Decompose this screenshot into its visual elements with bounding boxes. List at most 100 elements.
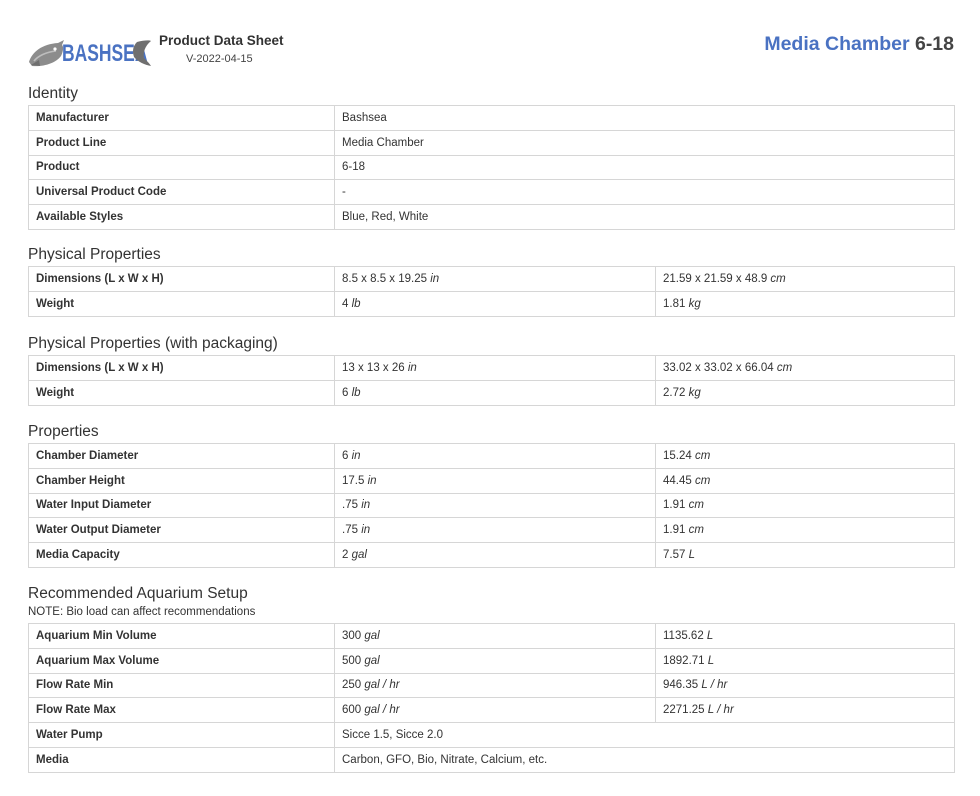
metric-value: 1892.71 L (655, 647, 955, 674)
properties-table: Chamber Diameter 6 in 15.24 cm Chamber H… (28, 443, 955, 568)
metric-unit: L (688, 549, 695, 562)
metric-value: 1.91 cm (655, 492, 955, 519)
product-name: Media Chamber (764, 33, 910, 55)
imperial-unit: gal / hr (364, 679, 400, 692)
row-label: Flow Rate Max (28, 697, 335, 724)
imperial-unit: in (367, 474, 377, 487)
section-title: Recommended Aquarium Setup (28, 585, 248, 602)
metric-unit: cm (688, 499, 704, 512)
metric-unit: L / hr (707, 704, 734, 717)
row-label: Water Input Diameter (28, 492, 335, 519)
row-label: Dimensions (L x W x H) (28, 266, 335, 292)
bashsea-logo: BASHSEA (29, 40, 151, 67)
metric-value: 1.91 cm (655, 517, 955, 544)
imperial-unit: in (430, 272, 440, 285)
imperial-unit: lb (351, 297, 361, 310)
metric-value: 15.24 cm (655, 443, 955, 469)
imperial-unit: in (407, 361, 417, 374)
identity-section: Identity Manufacturer Bashsea Product Lin… (28, 84, 956, 230)
identity-table: Manufacturer Bashsea Product Line Media Ch… (28, 105, 955, 230)
product-model: 6-18 (914, 33, 954, 55)
metric-unit: cm (770, 272, 786, 285)
document-version: V-2022-04-15 (186, 53, 253, 65)
section-title: Properties (28, 423, 99, 440)
row-label: Aquarium Min Volume (28, 623, 335, 649)
section-title: Physical Properties (28, 246, 161, 263)
table-row: Flow Rate Max 600 gal / hr 2271.25 L / h… (28, 697, 955, 724)
table-row: Media Carbon, GFO, Bio, Nitrate, Calcium… (28, 746, 955, 773)
row-label: Weight (28, 379, 335, 406)
imperial-value: 8.5 x 8.5 x 19.25 in (334, 266, 656, 292)
imperial-unit: gal (364, 654, 380, 667)
row-value: - (334, 179, 955, 206)
packaging-properties-section: Physical Properties (with packaging) Dim… (28, 334, 956, 406)
row-label: Universal Product Code (28, 179, 335, 206)
document-title: Product Data Sheet (159, 33, 284, 48)
row-label: Aquarium Max Volume (28, 647, 335, 674)
imperial-value: .75 in (334, 517, 656, 544)
metric-unit: kg (688, 386, 701, 399)
table-row: Aquarium Max Volume 500 gal 1892.71 L (28, 647, 955, 674)
section-title: Physical Properties (with packaging) (28, 335, 278, 352)
metric-value: 2271.25 L / hr (655, 697, 955, 724)
metric-value: 1.81 kg (655, 290, 955, 317)
imperial-unit: gal (364, 629, 380, 642)
properties-section: Properties Chamber Diameter 6 in 15.24 c… (28, 422, 956, 568)
row-value: Blue, Red, White (334, 204, 955, 230)
imperial-unit: lb (351, 386, 361, 399)
imperial-value: .75 in (334, 492, 656, 519)
imperial-value: 6 in (334, 443, 656, 469)
row-label: Flow Rate Min (28, 672, 335, 699)
row-label: Media Capacity (28, 542, 335, 568)
table-row: Chamber Height 17.5 in 44.45 cm (28, 467, 955, 494)
metric-value: 1135.62 L (655, 623, 955, 649)
table-row: Flow Rate Min 250 gal / hr 946.35 L / hr (28, 672, 955, 699)
table-row: Chamber Diameter 6 in 15.24 cm (28, 443, 955, 469)
metric-unit: kg (688, 297, 701, 310)
metric-unit: L / hr (701, 679, 728, 692)
table-row: Weight 4 lb 1.81 kg (28, 290, 955, 317)
metric-unit: cm (694, 474, 711, 487)
table-row: Water Output Diameter .75 in 1.91 cm (28, 517, 955, 544)
physical-properties-table: Dimensions (L x W x H) 8.5 x 8.5 x 19.25… (28, 266, 955, 317)
table-row: Manufacturer Bashsea (28, 105, 955, 131)
row-value: 6-18 (334, 154, 955, 181)
recommended-setup-section: Recommended Aquarium Setup NOTE: Bio loa… (28, 584, 956, 773)
row-label: Weight (28, 290, 335, 317)
table-row: Dimensions (L x W x H) 13 x 13 x 26 in 3… (28, 355, 955, 381)
table-row: Water Pump Sicce 1.5, Sicce 2.0 (28, 722, 955, 748)
row-value: Media Chamber (334, 129, 955, 156)
imperial-value: 4 lb (334, 290, 656, 317)
table-row: Weight 6 lb 2.72 kg (28, 379, 955, 406)
product-title: Media Chamber 6-18 (764, 33, 954, 56)
document-header: BASHSEA Product Data Sheet V-2022-04-15 … (28, 26, 956, 76)
metric-value: 2.72 kg (655, 379, 955, 406)
row-label: Manufacturer (28, 105, 335, 131)
row-label: Available Styles (28, 204, 335, 230)
row-label: Media (28, 746, 335, 773)
row-value: Carbon, GFO, Bio, Nitrate, Calcium, etc. (334, 746, 955, 773)
imperial-unit: in (361, 524, 371, 537)
imperial-value: 17.5 in (334, 467, 656, 494)
metric-unit: cm (688, 524, 704, 537)
metric-value: 7.57 L (655, 542, 955, 568)
imperial-unit: in (351, 449, 361, 462)
table-row: Available Styles Blue, Red, White (28, 204, 955, 230)
table-row: Dimensions (L x W x H) 8.5 x 8.5 x 19.25… (28, 266, 955, 292)
metric-value: 21.59 x 21.59 x 48.9 cm (655, 266, 955, 292)
packaging-properties-table: Dimensions (L x W x H) 13 x 13 x 26 in 3… (28, 355, 955, 406)
row-label: Water Output Diameter (28, 517, 335, 544)
row-label: Product Line (28, 129, 335, 156)
recommended-setup-table: Aquarium Min Volume 300 gal 1135.62 L Aq… (28, 623, 955, 773)
metric-value: 946.35 L / hr (655, 672, 955, 699)
physical-properties-section: Physical Properties Dimensions (L x W x … (28, 245, 956, 317)
imperial-unit: in (361, 499, 371, 512)
imperial-value: 250 gal / hr (334, 672, 656, 699)
table-row: Media Capacity 2 gal 7.57 L (28, 542, 955, 568)
imperial-value: 600 gal / hr (334, 697, 656, 724)
row-label: Chamber Height (28, 467, 335, 494)
table-row: Product Line Media Chamber (28, 129, 955, 156)
metric-unit: cm (694, 449, 711, 462)
imperial-value: 6 lb (334, 379, 656, 406)
row-label: Product (28, 154, 335, 181)
